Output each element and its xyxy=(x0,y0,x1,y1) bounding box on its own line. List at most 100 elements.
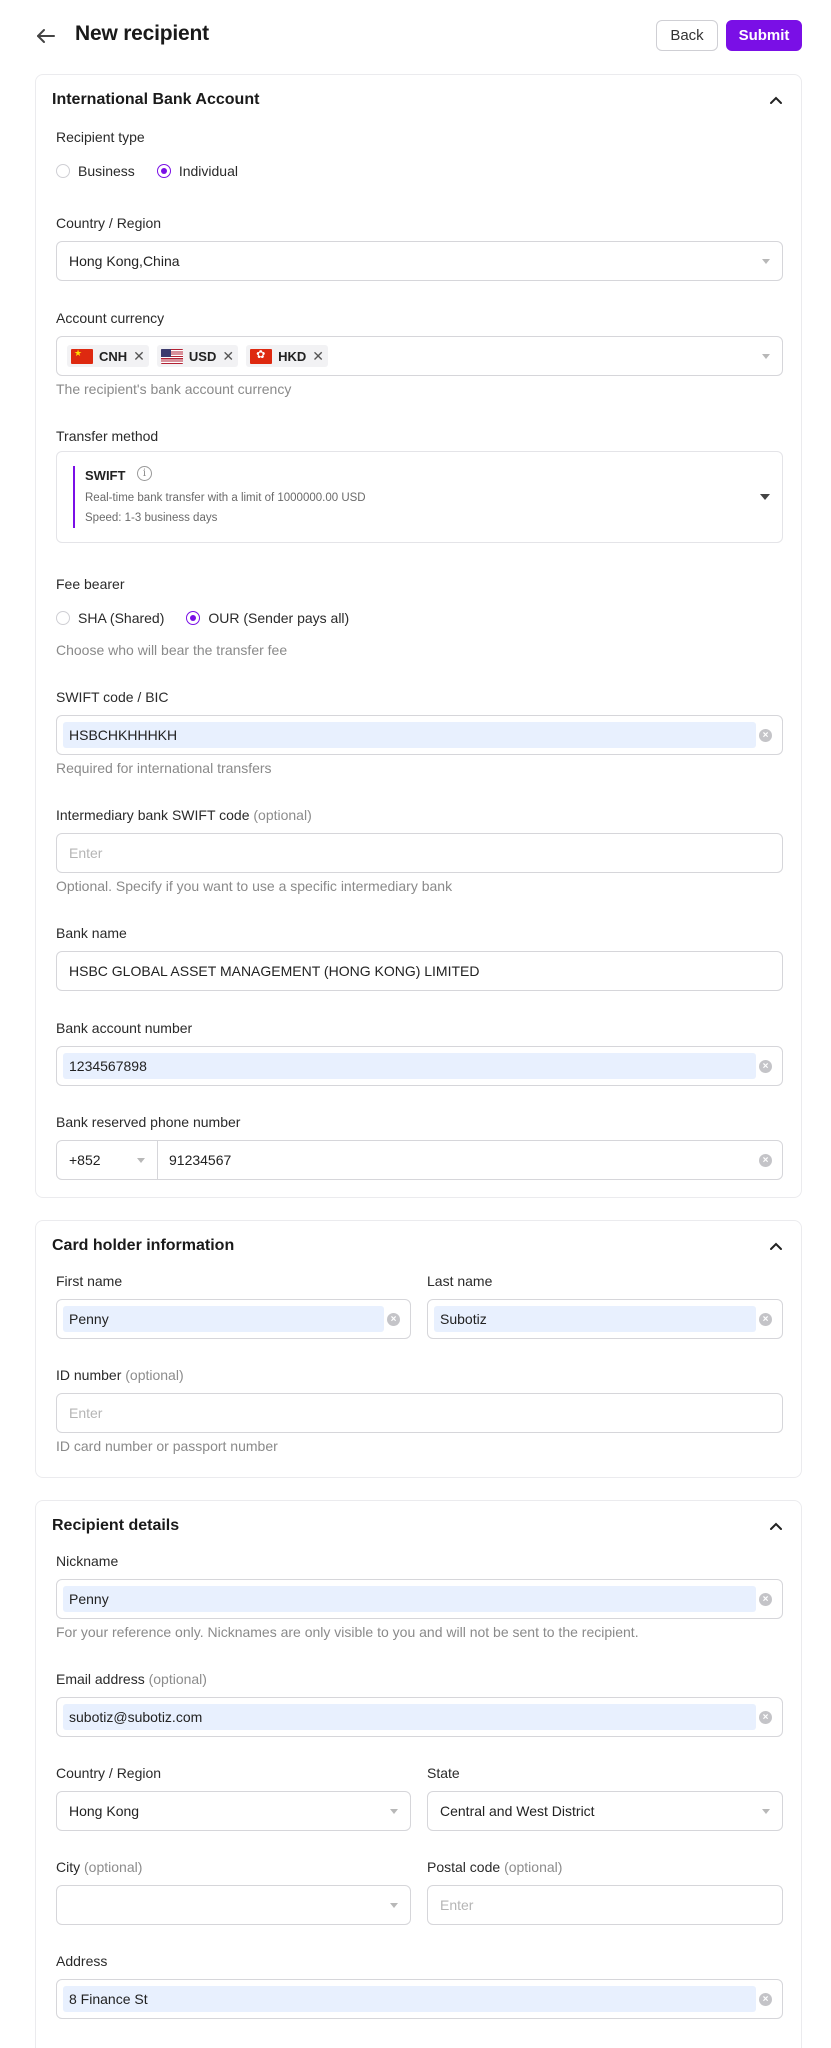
city-select[interactable] xyxy=(56,1885,411,1925)
china-flag-icon xyxy=(71,348,93,364)
card-holder-card: Card holder information First name Penny… xyxy=(35,1220,802,1478)
radio-business[interactable]: Business xyxy=(56,163,135,179)
bank-name-input[interactable]: HSBC GLOBAL ASSET MANAGEMENT (HONG KONG)… xyxy=(56,951,783,991)
currency-hint: The recipient's bank account currency xyxy=(56,381,292,397)
autofill-highlight: subotiz@subotiz.com xyxy=(63,1704,756,1730)
fee-bearer-hint: Choose who will bear the transfer fee xyxy=(56,642,288,658)
submit-button[interactable]: Submit xyxy=(726,20,802,51)
recipient-country-label: Country / Region xyxy=(56,1765,162,1781)
info-icon[interactable]: i xyxy=(137,466,152,481)
id-number-input[interactable]: Enter xyxy=(56,1393,783,1433)
page-title: New recipient xyxy=(75,22,209,45)
first-name-label: First name xyxy=(56,1273,123,1289)
method-description: Real-time bank transfer with a limit of … xyxy=(85,492,366,504)
remove-tag-icon[interactable]: ✕ xyxy=(312,348,324,365)
address-label: Address xyxy=(56,1953,108,1969)
clear-icon[interactable]: × xyxy=(759,1060,772,1073)
email-input[interactable]: subotiz@subotiz.com × xyxy=(56,1697,783,1737)
radio-circle-selected xyxy=(186,611,201,625)
recipient-type-label: Recipient type xyxy=(56,129,145,145)
autofill-highlight: Subotiz xyxy=(434,1306,756,1332)
autofill-highlight: 1234567898 xyxy=(63,1053,756,1079)
radio-circle xyxy=(56,611,70,625)
clear-icon[interactable]: × xyxy=(759,1313,772,1326)
fee-bearer-label: Fee bearer xyxy=(56,576,125,592)
currency-multiselect[interactable]: CNH✕ USD✕ HKD✕ xyxy=(56,336,783,376)
state-label: State xyxy=(427,1765,460,1781)
first-name-input[interactable]: Penny × xyxy=(56,1299,411,1339)
autofill-highlight: 8 Finance St xyxy=(63,1986,756,2012)
id-number-label: ID number (optional) xyxy=(56,1367,184,1383)
chevron-up-icon[interactable] xyxy=(769,1519,783,1533)
email-label: Email address (optional) xyxy=(56,1671,207,1687)
caret-down-icon xyxy=(390,1903,398,1908)
clear-icon[interactable]: × xyxy=(759,1711,772,1724)
currency-label: Account currency xyxy=(56,310,165,326)
radio-circle-selected xyxy=(156,164,171,178)
chevron-up-icon[interactable] xyxy=(769,1239,783,1253)
back-arrow-icon[interactable] xyxy=(34,24,58,48)
clear-icon[interactable]: × xyxy=(759,1993,772,2006)
intermediary-label: Intermediary bank SWIFT code (optional) xyxy=(56,807,312,823)
autofill-highlight: HSBCHKHHHKH xyxy=(63,722,756,748)
fee-bearer-group: SHA (Shared) OUR (Sender pays all) xyxy=(56,610,371,626)
card-title: Card holder information xyxy=(52,1237,235,1254)
transfer-method-select[interactable]: SWIFT i Real-time bank transfer with a l… xyxy=(56,451,783,543)
state-select[interactable]: Central and West District xyxy=(427,1791,783,1831)
recipient-details-card: Recipient details Nickname Penny × For y… xyxy=(35,1500,802,2048)
postal-input[interactable]: Enter xyxy=(427,1885,783,1925)
back-button[interactable]: Back xyxy=(656,20,718,51)
recipient-country-select[interactable]: Hong Kong xyxy=(56,1791,411,1831)
hong-kong-flag-icon xyxy=(250,348,273,364)
remove-tag-icon[interactable]: ✕ xyxy=(133,348,145,365)
currency-tag-hkd: HKD✕ xyxy=(246,345,328,367)
phone-label: Bank reserved phone number xyxy=(56,1114,241,1130)
radio-our[interactable]: OUR (Sender pays all) xyxy=(186,610,349,626)
clear-icon[interactable]: × xyxy=(759,1154,772,1167)
phone-input[interactable]: +852 91234567 × xyxy=(56,1140,783,1180)
page-header: New recipient Back Submit xyxy=(0,0,831,72)
bank-name-label: Bank name xyxy=(56,925,127,941)
country-select[interactable]: Hong Kong,China xyxy=(56,241,783,281)
card-title: International Bank Account xyxy=(52,91,260,108)
caret-down-icon xyxy=(762,354,770,359)
radio-individual[interactable]: Individual xyxy=(156,163,238,179)
intermediary-input[interactable]: Enter xyxy=(56,833,783,873)
caret-down-icon xyxy=(137,1158,145,1163)
usa-flag-icon xyxy=(160,348,183,364)
clear-icon[interactable]: × xyxy=(759,729,772,742)
caret-down-icon xyxy=(390,1809,398,1814)
id-number-hint: ID card number or passport number xyxy=(56,1438,278,1454)
card-title: Recipient details xyxy=(52,1517,180,1534)
chevron-up-icon[interactable] xyxy=(769,93,783,107)
radio-sha[interactable]: SHA (Shared) xyxy=(56,610,164,626)
swift-hint: Required for international transfers xyxy=(56,760,272,776)
nickname-hint: For your reference only. Nicknames are o… xyxy=(56,1624,639,1640)
caret-down-icon xyxy=(762,259,770,264)
city-label: City (optional) xyxy=(56,1859,143,1875)
account-number-input[interactable]: 1234567898 × xyxy=(56,1046,783,1086)
swift-label: SWIFT code / BIC xyxy=(56,689,169,705)
remove-tag-icon[interactable]: ✕ xyxy=(222,348,234,365)
last-name-input[interactable]: Subotiz × xyxy=(427,1299,783,1339)
caret-down-icon xyxy=(762,1809,770,1814)
bank-account-card: International Bank Account Recipient typ… xyxy=(35,74,802,1198)
method-speed: Speed: 1-3 business days xyxy=(85,512,218,524)
last-name-label: Last name xyxy=(427,1273,493,1289)
clear-icon[interactable]: × xyxy=(759,1593,772,1606)
nickname-label: Nickname xyxy=(56,1553,119,1569)
postal-label: Postal code (optional) xyxy=(427,1859,563,1875)
nickname-input[interactable]: Penny × xyxy=(56,1579,783,1619)
swift-input[interactable]: HSBCHKHHHKH × xyxy=(56,715,783,755)
currency-tag-cnh: CNH✕ xyxy=(67,345,149,367)
caret-down-icon xyxy=(760,494,770,500)
clear-icon[interactable]: × xyxy=(387,1313,400,1326)
intermediary-hint: Optional. Specify if you want to use a s… xyxy=(56,878,453,894)
transfer-method-label: Transfer method xyxy=(56,428,159,444)
address-input[interactable]: 8 Finance St × xyxy=(56,1979,783,2019)
phone-prefix-select[interactable]: +852 xyxy=(57,1141,158,1179)
country-label: Country / Region xyxy=(56,215,162,231)
autofill-highlight: Penny xyxy=(63,1586,756,1612)
currency-tag-usd: USD ✕ xyxy=(156,345,239,367)
method-accent-bar xyxy=(73,466,75,528)
